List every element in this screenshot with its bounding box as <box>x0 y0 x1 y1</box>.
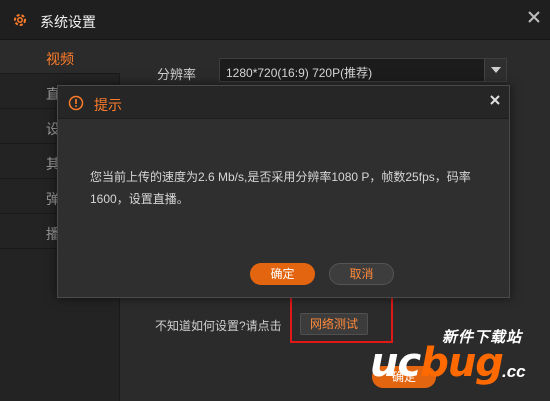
sidebar-item-video[interactable]: 视频 <box>0 40 120 74</box>
dropdown-button[interactable] <box>484 59 506 81</box>
sidebar-item-label: 视频 <box>46 51 74 67</box>
watermark-suffix: .cc <box>502 362 526 381</box>
close-icon[interactable] <box>488 93 502 107</box>
watermark-brand: ucbug <box>370 340 504 386</box>
dialog-cancel-button[interactable]: 取消 <box>329 263 394 285</box>
resolution-value: 1280*720(16:9) 720P(推荐) <box>226 66 373 80</box>
info-icon <box>68 95 84 111</box>
resolution-select[interactable]: 1280*720(16:9) 720P(推荐) <box>219 58 507 82</box>
dialog-message: 您当前上传的速度为2.6 Mb/s,是否采用分辨率1080 P，帧数25fps，… <box>90 170 471 206</box>
window-title: 系统设置 <box>40 14 96 30</box>
dialog-title: 提示 <box>94 97 122 113</box>
dialog-header: 提示 <box>58 86 509 119</box>
help-hint: 不知道如何设置?请点击 <box>155 319 282 333</box>
dialog-ok-button[interactable]: 确定 <box>250 263 315 285</box>
chevron-down-icon <box>491 67 501 73</box>
resolution-label: 分辨率 <box>157 67 197 82</box>
prompt-dialog: 提示 您当前上传的速度为2.6 Mb/s,是否采用分辨率1080 P，帧数25f… <box>57 85 510 298</box>
watermark-brand-main: uc <box>370 340 421 386</box>
close-icon[interactable] <box>526 9 542 25</box>
watermark-brand-accent: bug <box>420 340 504 386</box>
title-bar: 系统设置 <box>0 0 550 40</box>
gear-icon <box>12 12 28 28</box>
watermark-logo: 新件下载站 ucbug .cc <box>368 322 550 401</box>
